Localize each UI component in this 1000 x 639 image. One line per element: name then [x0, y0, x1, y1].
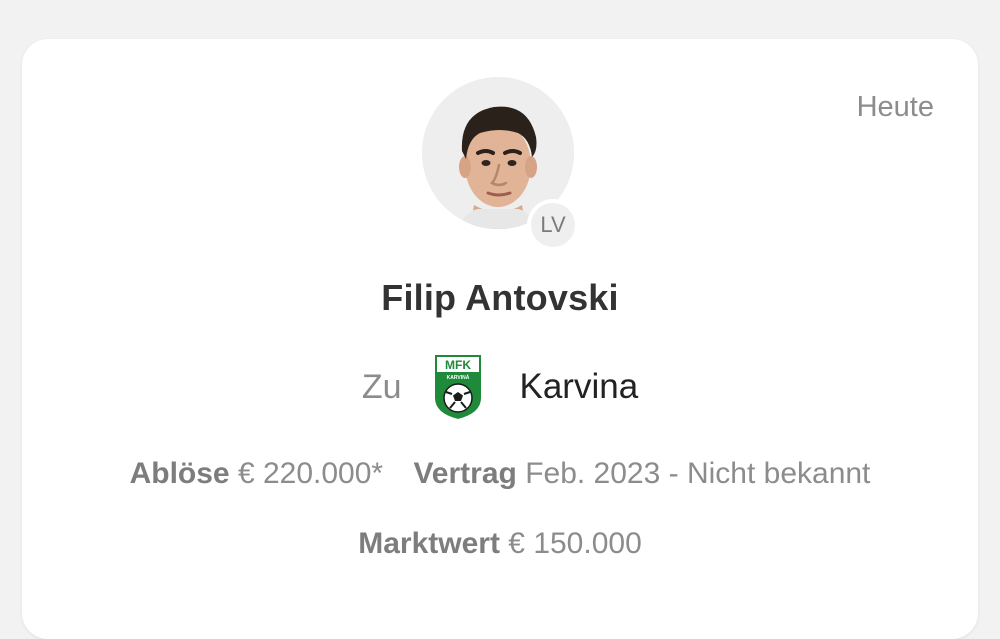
player-name[interactable]: Filip Antovski — [22, 277, 978, 319]
transfer-date: Heute — [856, 91, 934, 123]
fee-contract-row: Ablöse € 220.000* Vertrag Feb. 2023 - Ni… — [22, 457, 978, 491]
market-value-value: € 150.000 — [508, 527, 642, 560]
player-avatar[interactable]: LV — [422, 77, 582, 251]
fee-label: Ablöse — [129, 457, 230, 490]
market-value-row: Marktwert € 150.000 — [22, 527, 978, 561]
position-label: LV — [531, 203, 575, 247]
club-logo-icon: MFK KARVINÁ — [432, 353, 483, 422]
transfer-card[interactable]: Heute LV Filip Antovski Zu MFK KARVINÁ K… — [22, 39, 978, 639]
market-value-label: Marktwert — [358, 527, 500, 560]
contract-label: Vertrag — [413, 457, 517, 490]
fee-value: € 220.000* — [237, 457, 384, 490]
club-logo-text-bottom: KARVINÁ — [446, 374, 469, 381]
position-badge: LV — [527, 199, 579, 251]
contract-value: Feb. 2023 - Nicht bekannt — [525, 457, 871, 490]
destination-club-row[interactable]: Zu MFK KARVINÁ Karvina — [22, 347, 978, 427]
club-logo-text-top: MFK — [445, 358, 471, 372]
club-name[interactable]: Karvina — [520, 367, 639, 407]
club-prefix: Zu — [361, 367, 402, 406]
